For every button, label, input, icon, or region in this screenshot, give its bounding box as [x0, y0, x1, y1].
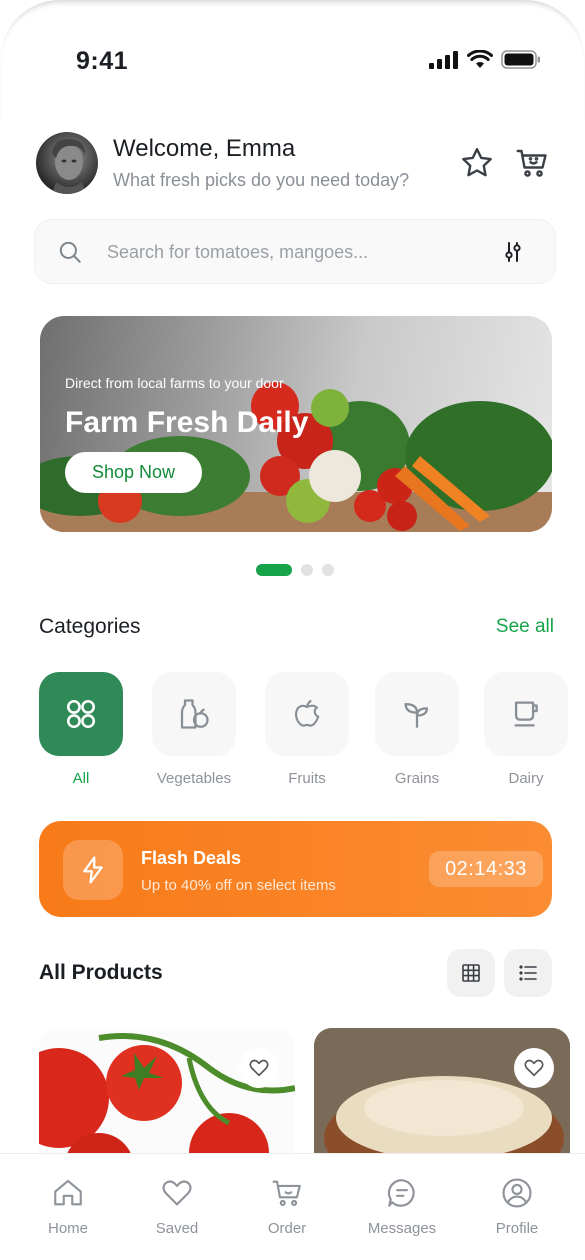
signal-icon	[429, 50, 458, 69]
status-time: 9:41	[76, 47, 129, 75]
promo-banner[interactable]: Direct from local farms to your door Far…	[40, 316, 552, 532]
banner-title: Farm Fresh Daily	[65, 406, 309, 439]
tab-label: Saved	[155, 1220, 199, 1237]
banner-pagination	[256, 564, 334, 576]
tab-profile[interactable]: Profile	[467, 1176, 567, 1237]
flash-deals-title: Flash Deals	[141, 848, 242, 868]
category-label: Dairy	[508, 770, 544, 787]
grid-circles-icon	[66, 699, 96, 729]
category-label: Grains	[394, 770, 440, 787]
category-label: Vegetables	[156, 770, 232, 787]
favorite-button[interactable]	[514, 1048, 554, 1088]
cart-button[interactable]	[512, 143, 552, 183]
list-view-button[interactable]	[504, 949, 552, 997]
battery-icon	[501, 50, 540, 69]
vegetables-icon	[180, 699, 209, 729]
tab-label: Profile	[495, 1220, 539, 1237]
chat-icon	[387, 1179, 415, 1207]
banner-subtitle: Direct from local farms to your door	[65, 375, 284, 391]
heart-icon	[162, 1180, 192, 1206]
tab-messages[interactable]: Messages	[352, 1176, 452, 1237]
countdown-timer: 02:14:33	[429, 851, 543, 887]
tab-label: Order	[267, 1220, 307, 1237]
cup-icon	[514, 701, 538, 727]
wifi-icon	[467, 50, 493, 68]
bottom-tab-bar: Home Saved Order Messages Profile	[0, 1153, 585, 1260]
sprout-icon	[404, 702, 429, 728]
star-icon	[462, 148, 492, 177]
lightning-icon	[83, 856, 103, 884]
category-dairy[interactable]: Dairy	[484, 672, 568, 787]
category-all[interactable]: All	[39, 672, 123, 787]
app-screen: 9:41 Welcome, Emma What fresh picks do y…	[0, 0, 585, 1260]
category-label: Fruits	[288, 770, 326, 787]
category-label: All	[72, 770, 90, 787]
apple-icon	[294, 699, 320, 727]
welcome-title: Welcome, Emma	[113, 135, 296, 162]
category-vegetables[interactable]: Vegetables	[152, 672, 236, 787]
avatar[interactable]	[36, 132, 98, 194]
pagination-dot-3[interactable]	[322, 564, 334, 576]
flash-deals-subtitle: Up to 40% off on select items	[141, 877, 336, 894]
profile-icon	[502, 1178, 532, 1208]
flash-icon-box	[63, 840, 123, 900]
shop-now-button[interactable]: Shop Now	[65, 452, 202, 493]
welcome-subtitle: What fresh picks do you need today?	[113, 170, 410, 190]
tab-label: Messages	[367, 1220, 437, 1237]
category-grains[interactable]: Grains	[375, 672, 459, 787]
grid-view-button[interactable]	[447, 949, 495, 997]
favorites-button[interactable]	[457, 143, 497, 183]
tab-home[interactable]: Home	[18, 1176, 118, 1237]
flash-deals-card[interactable]: Flash Deals Up to 40% off on select item…	[39, 821, 552, 917]
cart-icon	[272, 1180, 301, 1206]
heart-icon	[524, 1059, 544, 1077]
home-icon	[54, 1179, 82, 1206]
filter-icon[interactable]	[501, 240, 525, 264]
avatar-image	[52, 138, 86, 194]
grid-icon	[462, 964, 480, 982]
categories-title: Categories	[39, 615, 141, 638]
favorite-button[interactable]	[239, 1048, 279, 1088]
list-icon	[519, 965, 537, 981]
tab-label: Home	[47, 1220, 88, 1237]
search-icon	[59, 241, 81, 263]
tab-order[interactable]: Order	[237, 1176, 337, 1237]
heart-icon	[249, 1059, 269, 1077]
category-fruits[interactable]: Fruits	[265, 672, 349, 787]
search-input[interactable]	[107, 236, 487, 268]
pagination-dot-1[interactable]	[256, 564, 292, 576]
search-bar[interactable]	[34, 219, 556, 284]
cart-icon	[516, 149, 547, 177]
see-all-link[interactable]: See all	[496, 616, 554, 638]
status-icons	[429, 50, 541, 69]
pagination-dot-2[interactable]	[301, 564, 313, 576]
tab-saved[interactable]: Saved	[127, 1176, 227, 1237]
all-products-title: All Products	[39, 961, 163, 984]
